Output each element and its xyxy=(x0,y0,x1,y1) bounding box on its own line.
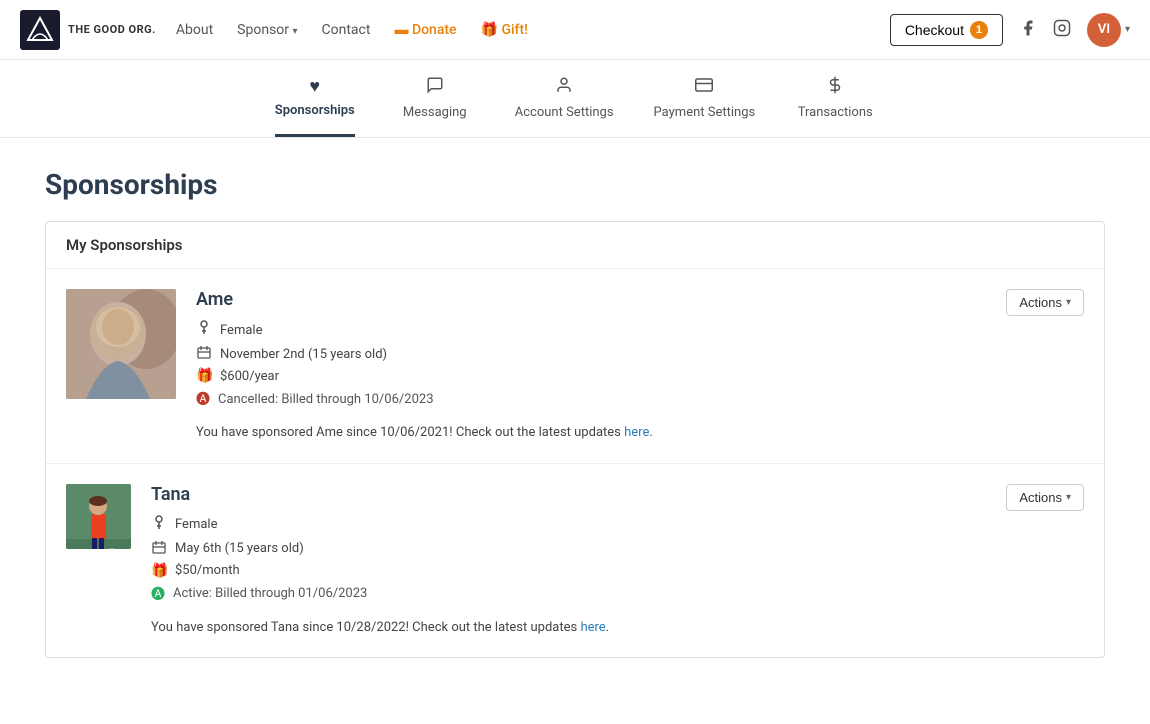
main-content: Sponsorships My Sponsorships xyxy=(25,138,1125,688)
card-header: My Sponsorships xyxy=(46,222,1104,269)
tana-name: Tana xyxy=(151,484,1084,505)
tana-details: Tana Female May 6th (15 years old) 🎁 $50… xyxy=(151,484,1084,638)
facebook-icon[interactable] xyxy=(1019,19,1037,41)
ame-gender-row: Female xyxy=(196,320,1084,340)
tana-amount-row: 🎁 $50/month xyxy=(151,563,1084,579)
brand-name: THE GOOD ORG. xyxy=(68,23,156,36)
ame-actions-button[interactable]: Actions ▾ xyxy=(1006,289,1084,316)
checkout-button[interactable]: Checkout 1 xyxy=(890,14,1003,46)
instagram-icon[interactable] xyxy=(1053,19,1071,41)
nav-links: About Sponsor ▾ Contact ▬ Donate 🎁 Gift! xyxy=(176,21,890,38)
actions-dropdown-icon: ▾ xyxy=(1066,297,1071,308)
sponsor-dropdown-icon: ▾ xyxy=(292,26,297,37)
ame-name: Ame xyxy=(196,289,1084,310)
user-menu-caret: ▾ xyxy=(1125,24,1130,35)
gift-icon: 🎁 xyxy=(481,22,498,38)
ame-amount-row: 🎁 $600/year xyxy=(196,368,1084,384)
tana-actions-button[interactable]: Actions ▾ xyxy=(1006,484,1084,511)
tab-payment-settings[interactable]: Payment Settings xyxy=(654,76,756,137)
tana-birthday-icon xyxy=(151,540,167,558)
tab-sponsorships[interactable]: ♥ Sponsorships xyxy=(275,76,355,137)
ame-photo xyxy=(66,289,176,399)
user-menu[interactable]: VI ▾ xyxy=(1087,13,1130,47)
navbar-right: Checkout 1 VI ▾ xyxy=(890,13,1130,47)
gender-icon xyxy=(196,320,212,340)
tana-gender-icon xyxy=(151,515,167,535)
amount-icon: 🎁 xyxy=(196,368,212,384)
tana-note: You have sponsored Tana since 10/28/2022… xyxy=(151,618,1084,638)
ame-note: You have sponsored Ame since 10/06/2021!… xyxy=(196,423,1084,443)
tana-note-link[interactable]: here xyxy=(580,620,605,635)
sponsorships-card: My Sponsorships xyxy=(45,221,1105,658)
sponsorships-icon: ♥ xyxy=(309,76,320,97)
donate-icon: ▬ xyxy=(394,22,408,38)
account-settings-icon xyxy=(555,76,573,99)
nav-gift[interactable]: 🎁 Gift! xyxy=(481,22,528,38)
birthday-icon xyxy=(196,345,212,363)
cancelled-icon: 🅐 xyxy=(196,389,210,409)
ame-status: 🅐 Cancelled: Billed through 10/06/2023 xyxy=(196,389,1084,409)
tana-amount-icon: 🎁 xyxy=(151,563,167,579)
nav-about[interactable]: About xyxy=(176,22,213,38)
tabs: ♥ Sponsorships Messaging Account Setting… xyxy=(0,60,1150,138)
brand[interactable]: THE GOOD ORG. xyxy=(20,10,156,50)
tab-transactions[interactable]: Transactions xyxy=(795,76,875,137)
brand-logo xyxy=(20,10,60,50)
ame-note-link[interactable]: here xyxy=(624,425,649,440)
nav-donate[interactable]: ▬ Donate xyxy=(394,21,456,38)
nav-sponsor[interactable]: Sponsor ▾ xyxy=(237,22,297,38)
transactions-icon xyxy=(826,76,844,99)
checkout-badge: 1 xyxy=(970,21,988,39)
ame-details: Ame Female November 2nd (15 years old) 🎁… xyxy=(196,289,1084,443)
tana-gender-row: Female xyxy=(151,515,1084,535)
navbar: THE GOOD ORG. About Sponsor ▾ Contact ▬ … xyxy=(0,0,1150,60)
sponsorship-item-tana: Tana Female May 6th (15 years old) 🎁 $50… xyxy=(46,464,1104,658)
tana-status: 🅐 Active: Billed through 01/06/2023 xyxy=(151,584,1084,604)
nav-contact[interactable]: Contact xyxy=(322,22,371,38)
tana-birthday-row: May 6th (15 years old) xyxy=(151,540,1084,558)
messaging-icon xyxy=(426,76,444,99)
tab-messaging[interactable]: Messaging xyxy=(395,76,475,137)
tana-photo xyxy=(66,484,131,549)
payment-settings-icon xyxy=(695,76,713,99)
user-avatar: VI xyxy=(1087,13,1121,47)
sponsorship-item-ame: Ame Female November 2nd (15 years old) 🎁… xyxy=(46,269,1104,464)
ame-birthday-row: November 2nd (15 years old) xyxy=(196,345,1084,363)
page-title: Sponsorships xyxy=(45,168,1105,201)
active-icon: 🅐 xyxy=(151,584,165,604)
tana-actions-dropdown-icon: ▾ xyxy=(1066,492,1071,503)
tab-account-settings[interactable]: Account Settings xyxy=(515,76,614,137)
